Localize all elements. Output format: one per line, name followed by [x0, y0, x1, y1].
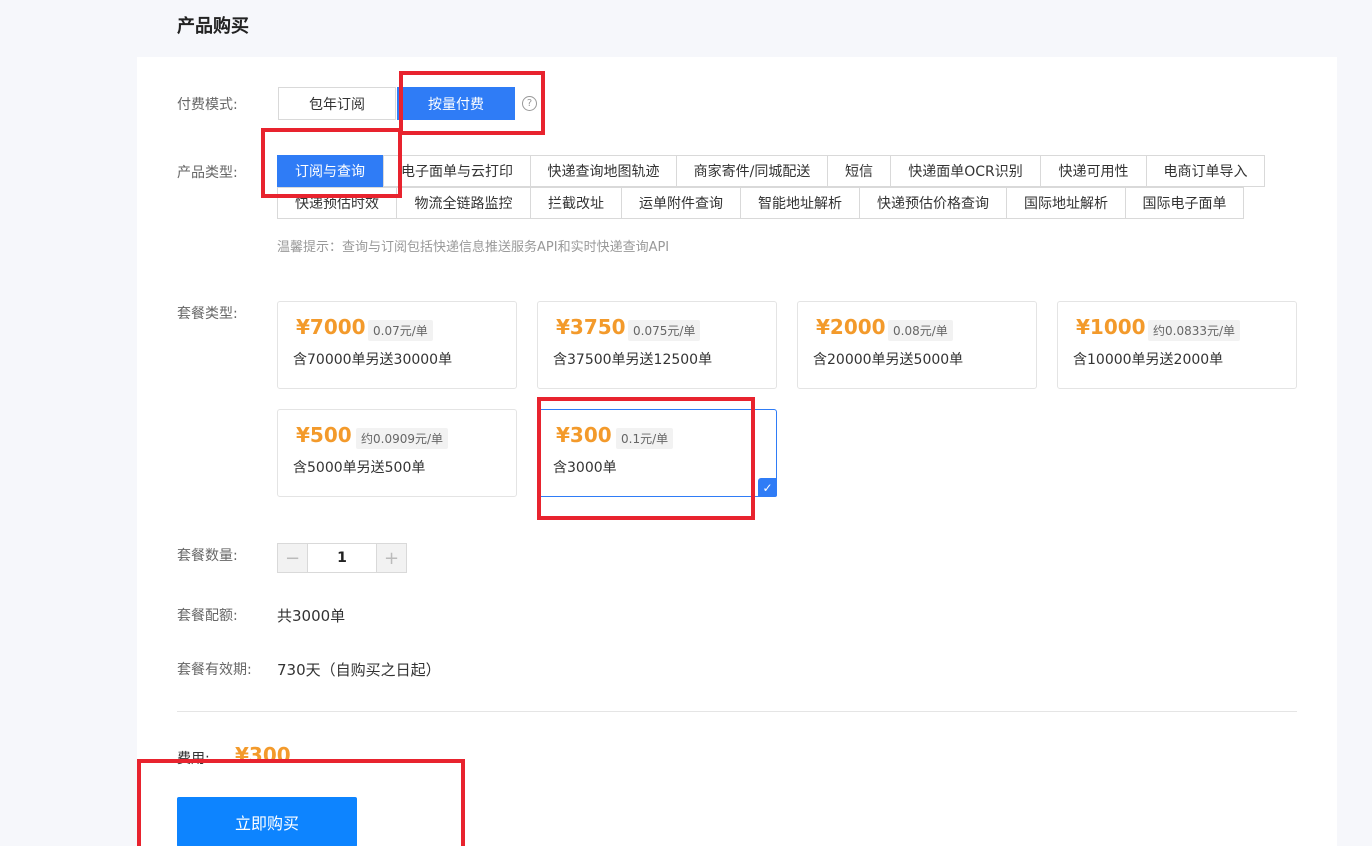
ptype-e-waybill-print[interactable]: 电子面单与云打印 — [383, 155, 531, 187]
quota-label: 套餐配额: — [177, 608, 238, 624]
quantity-label: 套餐数量: — [177, 548, 238, 564]
annual-subscription-button[interactable]: 包年订阅 — [278, 87, 396, 120]
ptype-intl-waybill[interactable]: 国际电子面单 — [1125, 187, 1244, 219]
ptype-price-estimate[interactable]: 快递预估价格查询 — [859, 187, 1007, 219]
ptype-intercept-redirect[interactable]: 拦截改址 — [530, 187, 622, 219]
page-title: 产品购买 — [177, 16, 249, 37]
plan-type-label: 套餐类型: — [177, 306, 238, 322]
plan-card-2000[interactable]: ¥2000 0.08元/单 含20000单另送5000单 — [797, 301, 1037, 389]
validity-value: 730天（自购买之日起） — [277, 661, 441, 679]
plan-card-7000[interactable]: ¥7000 0.07元/单 含70000单另送30000单 — [277, 301, 517, 389]
validity-label: 套餐有效期: — [177, 662, 252, 678]
ptype-availability[interactable]: 快递可用性 — [1040, 155, 1147, 187]
plan-desc: 含5000单另送500单 — [293, 460, 426, 476]
plan-desc: 含37500单另送12500单 — [553, 352, 713, 368]
plan-desc: 含10000单另送2000单 — [1073, 352, 1224, 368]
plan-unit-price: 约0.0833元/单 — [1148, 320, 1241, 341]
plan-unit-price: 0.07元/单 — [368, 320, 433, 341]
plan-price: ¥2000 — [816, 315, 886, 339]
plan-price: ¥7000 — [296, 315, 366, 339]
quota-value: 共3000单 — [277, 607, 346, 625]
plan-desc: 含20000单另送5000单 — [813, 352, 964, 368]
hint-text: 温馨提示：查询与订阅包括快递信息推送服务API和实时快递查询API — [277, 240, 670, 255]
ptype-order-import[interactable]: 电商订单导入 — [1146, 155, 1265, 187]
plan-unit-price: 0.075元/单 — [628, 320, 701, 341]
ptype-intl-address[interactable]: 国际地址解析 — [1006, 187, 1126, 219]
ptype-full-chain-monitor[interactable]: 物流全链路监控 — [396, 187, 531, 219]
annotation-box-product-type — [261, 128, 402, 198]
ptype-map-track[interactable]: 快递查询地图轨迹 — [530, 155, 677, 187]
plan-unit-price: 0.08元/单 — [888, 320, 953, 341]
billing-mode-label: 付费模式: — [177, 97, 238, 113]
ptype-ocr[interactable]: 快递面单OCR识别 — [890, 155, 1041, 187]
plan-price: ¥1000 — [1076, 315, 1146, 339]
selected-check-icon: ✓ — [758, 478, 777, 497]
plan-card-500[interactable]: ¥500 约0.0909元/单 含5000单另送500单 — [277, 409, 517, 497]
quantity-stepper: − 1 + — [277, 543, 407, 573]
plan-price: ¥500 — [296, 423, 352, 447]
plan-desc: 含70000单另送30000单 — [293, 352, 453, 368]
quantity-input[interactable]: 1 — [307, 544, 377, 572]
plan-price: ¥3750 — [556, 315, 626, 339]
ptype-merchant-shipping[interactable]: 商家寄件/同城配送 — [676, 155, 828, 187]
ptype-address-parse[interactable]: 智能地址解析 — [740, 187, 860, 219]
annotation-box-buy — [137, 759, 465, 846]
increment-button[interactable]: + — [377, 544, 406, 572]
decrement-button[interactable]: − — [278, 544, 307, 572]
product-type-label: 产品类型: — [177, 165, 238, 181]
plan-card-1000[interactable]: ¥1000 约0.0833元/单 含10000单另送2000单 — [1057, 301, 1297, 389]
ptype-sms[interactable]: 短信 — [827, 155, 891, 187]
plan-card-3750[interactable]: ¥3750 0.075元/单 含37500单另送12500单 — [537, 301, 777, 389]
ptype-attachment-query[interactable]: 运单附件查询 — [621, 187, 741, 219]
annotation-box-plan — [537, 397, 755, 520]
plan-unit-price: 约0.0909元/单 — [356, 428, 449, 449]
divider — [177, 711, 1297, 712]
annotation-box-billing — [399, 71, 545, 135]
